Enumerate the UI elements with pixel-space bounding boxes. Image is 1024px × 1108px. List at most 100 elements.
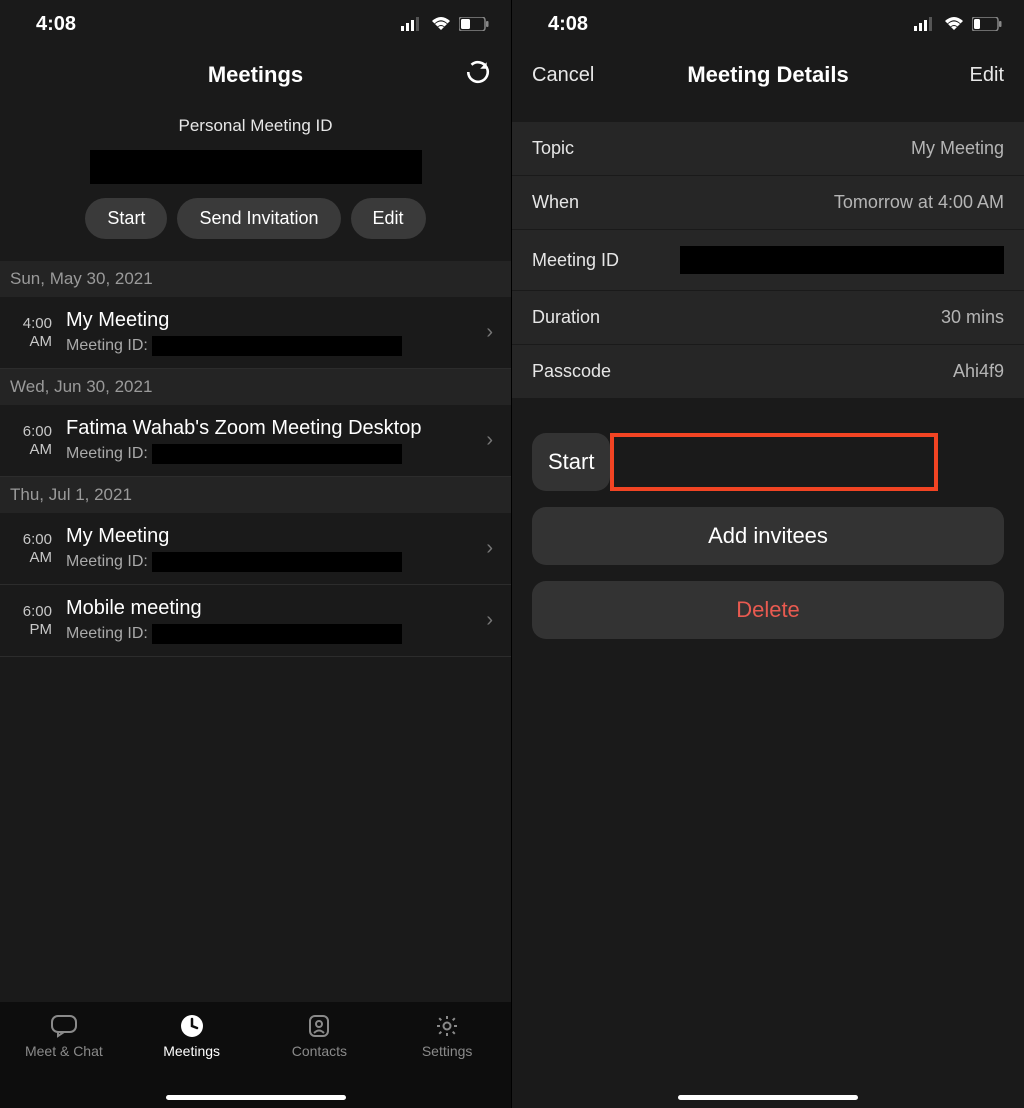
add-invitees-button[interactable]: Add invitees bbox=[532, 507, 1004, 565]
time-ampm: AM bbox=[8, 549, 52, 567]
signal-icon bbox=[401, 17, 423, 31]
detail-value: Tomorrow at 4:00 AM bbox=[834, 192, 1004, 213]
meeting-id-line: Meeting ID: bbox=[66, 552, 480, 572]
meeting-row[interactable]: 6:00 PM Mobile meeting Meeting ID: › bbox=[0, 585, 511, 657]
highlight-frame bbox=[610, 433, 938, 491]
pmi-buttons: Start Send Invitation Edit bbox=[85, 198, 425, 239]
detail-label: Meeting ID bbox=[532, 250, 619, 271]
detail-value: My Meeting bbox=[911, 138, 1004, 159]
nav-title: Meetings bbox=[0, 62, 511, 88]
meeting-id-line: Meeting ID: bbox=[66, 624, 480, 644]
refresh-button[interactable] bbox=[465, 59, 491, 91]
delete-meeting-button[interactable]: Delete bbox=[532, 581, 1004, 639]
tab-label: Meetings bbox=[163, 1043, 220, 1059]
tab-contacts[interactable]: Contacts bbox=[256, 1014, 384, 1059]
status-icons bbox=[401, 17, 489, 31]
status-bar: 4:08 bbox=[512, 0, 1024, 48]
meeting-time: 6:00 PM bbox=[8, 603, 60, 639]
time-value: 6:00 bbox=[23, 603, 52, 620]
wifi-icon bbox=[431, 17, 451, 31]
pmi-id-redacted bbox=[90, 150, 422, 184]
meeting-id-prefix: Meeting ID: bbox=[66, 337, 148, 355]
meeting-details-screen: 4:08 Cancel Meeting Details Edit Topic M… bbox=[512, 0, 1024, 1108]
meeting-title: My Meeting bbox=[66, 309, 480, 332]
meeting-id-redacted bbox=[152, 444, 402, 464]
time-ampm: AM bbox=[8, 333, 52, 351]
time-ampm: AM bbox=[8, 441, 52, 459]
tab-meetings[interactable]: Meetings bbox=[128, 1014, 256, 1059]
detail-list: Topic My Meeting When Tomorrow at 4:00 A… bbox=[512, 122, 1024, 399]
meeting-info: My Meeting Meeting ID: bbox=[60, 525, 480, 572]
time-ampm: PM bbox=[8, 621, 52, 639]
nav-bar-right: Cancel Meeting Details Edit bbox=[512, 48, 1024, 102]
status-time: 4:08 bbox=[548, 13, 588, 36]
gear-icon bbox=[432, 1014, 462, 1038]
meeting-time: 6:00 AM bbox=[8, 531, 60, 567]
meeting-info: Fatima Wahab's Zoom Meeting Desktop Meet… bbox=[60, 417, 480, 464]
meeting-row[interactable]: 4:00 AM My Meeting Meeting ID: › bbox=[0, 297, 511, 369]
date-header: Wed, Jun 30, 2021 bbox=[0, 369, 511, 405]
status-time: 4:08 bbox=[36, 13, 76, 36]
detail-label: Topic bbox=[532, 138, 574, 159]
detail-value: Ahi4f9 bbox=[953, 361, 1004, 382]
personal-meeting-id-block: Personal Meeting ID Start Send Invitatio… bbox=[0, 102, 511, 261]
date-header: Thu, Jul 1, 2021 bbox=[0, 477, 511, 513]
nav-bar-left: Meetings bbox=[0, 48, 511, 102]
time-value: 6:00 bbox=[23, 423, 52, 440]
meeting-time: 6:00 AM bbox=[8, 423, 60, 459]
meeting-id-redacted bbox=[680, 246, 1004, 274]
meetings-screen: 4:08 Meetings Personal Meeting ID Start … bbox=[0, 0, 512, 1108]
chevron-right-icon: › bbox=[480, 609, 499, 632]
meeting-row[interactable]: 6:00 AM Fatima Wahab's Zoom Meeting Desk… bbox=[0, 405, 511, 477]
home-indicator[interactable] bbox=[166, 1095, 346, 1100]
tab-meet-chat[interactable]: Meet & Chat bbox=[0, 1014, 128, 1059]
clock-icon bbox=[177, 1014, 207, 1038]
send-invitation-button[interactable]: Send Invitation bbox=[177, 198, 340, 239]
meeting-id-line: Meeting ID: bbox=[66, 444, 480, 464]
battery-icon bbox=[972, 17, 1002, 31]
action-buttons: Start Add invitees Delete bbox=[512, 399, 1024, 639]
contact-icon bbox=[304, 1014, 334, 1038]
edit-button[interactable]: Edit bbox=[970, 64, 1004, 87]
signal-icon bbox=[914, 17, 936, 31]
start-button[interactable]: Start bbox=[85, 198, 167, 239]
pmi-label: Personal Meeting ID bbox=[178, 116, 332, 136]
meeting-id-line: Meeting ID: bbox=[66, 336, 480, 356]
chevron-right-icon: › bbox=[480, 321, 499, 344]
tab-settings[interactable]: Settings bbox=[383, 1014, 511, 1059]
detail-row-duration[interactable]: Duration 30 mins bbox=[512, 291, 1024, 345]
chevron-right-icon: › bbox=[480, 537, 499, 560]
detail-label: When bbox=[532, 192, 579, 213]
detail-row-passcode[interactable]: Passcode Ahi4f9 bbox=[512, 345, 1024, 399]
home-indicator[interactable] bbox=[678, 1095, 858, 1100]
tab-bar: Meet & Chat Meetings Contacts Settings bbox=[0, 1002, 511, 1108]
meeting-id-prefix: Meeting ID: bbox=[66, 445, 148, 463]
time-value: 4:00 bbox=[23, 315, 52, 332]
meeting-id-redacted bbox=[152, 552, 402, 572]
meeting-info: Mobile meeting Meeting ID: bbox=[60, 597, 480, 644]
meeting-row[interactable]: 6:00 AM My Meeting Meeting ID: › bbox=[0, 513, 511, 585]
tab-label: Settings bbox=[422, 1043, 473, 1059]
detail-row-when[interactable]: When Tomorrow at 4:00 AM bbox=[512, 176, 1024, 230]
meeting-id-redacted bbox=[152, 624, 402, 644]
status-bar: 4:08 bbox=[0, 0, 511, 48]
chat-icon bbox=[49, 1014, 79, 1038]
detail-label: Duration bbox=[532, 307, 600, 328]
date-header: Sun, May 30, 2021 bbox=[0, 261, 511, 297]
detail-label: Passcode bbox=[532, 361, 611, 382]
meeting-title: Mobile meeting bbox=[66, 597, 480, 620]
tab-label: Contacts bbox=[292, 1043, 347, 1059]
tab-label: Meet & Chat bbox=[25, 1043, 103, 1059]
start-meeting-button[interactable]: Start bbox=[532, 433, 610, 491]
meeting-id-prefix: Meeting ID: bbox=[66, 553, 148, 571]
cancel-button[interactable]: Cancel bbox=[532, 64, 594, 87]
detail-row-topic[interactable]: Topic My Meeting bbox=[512, 122, 1024, 176]
edit-button[interactable]: Edit bbox=[351, 198, 426, 239]
detail-row-meeting-id[interactable]: Meeting ID bbox=[512, 230, 1024, 291]
detail-value: 30 mins bbox=[941, 307, 1004, 328]
chevron-right-icon: › bbox=[480, 429, 499, 452]
meeting-id-prefix: Meeting ID: bbox=[66, 625, 148, 643]
battery-icon bbox=[459, 17, 489, 31]
time-value: 6:00 bbox=[23, 531, 52, 548]
wifi-icon bbox=[944, 17, 964, 31]
